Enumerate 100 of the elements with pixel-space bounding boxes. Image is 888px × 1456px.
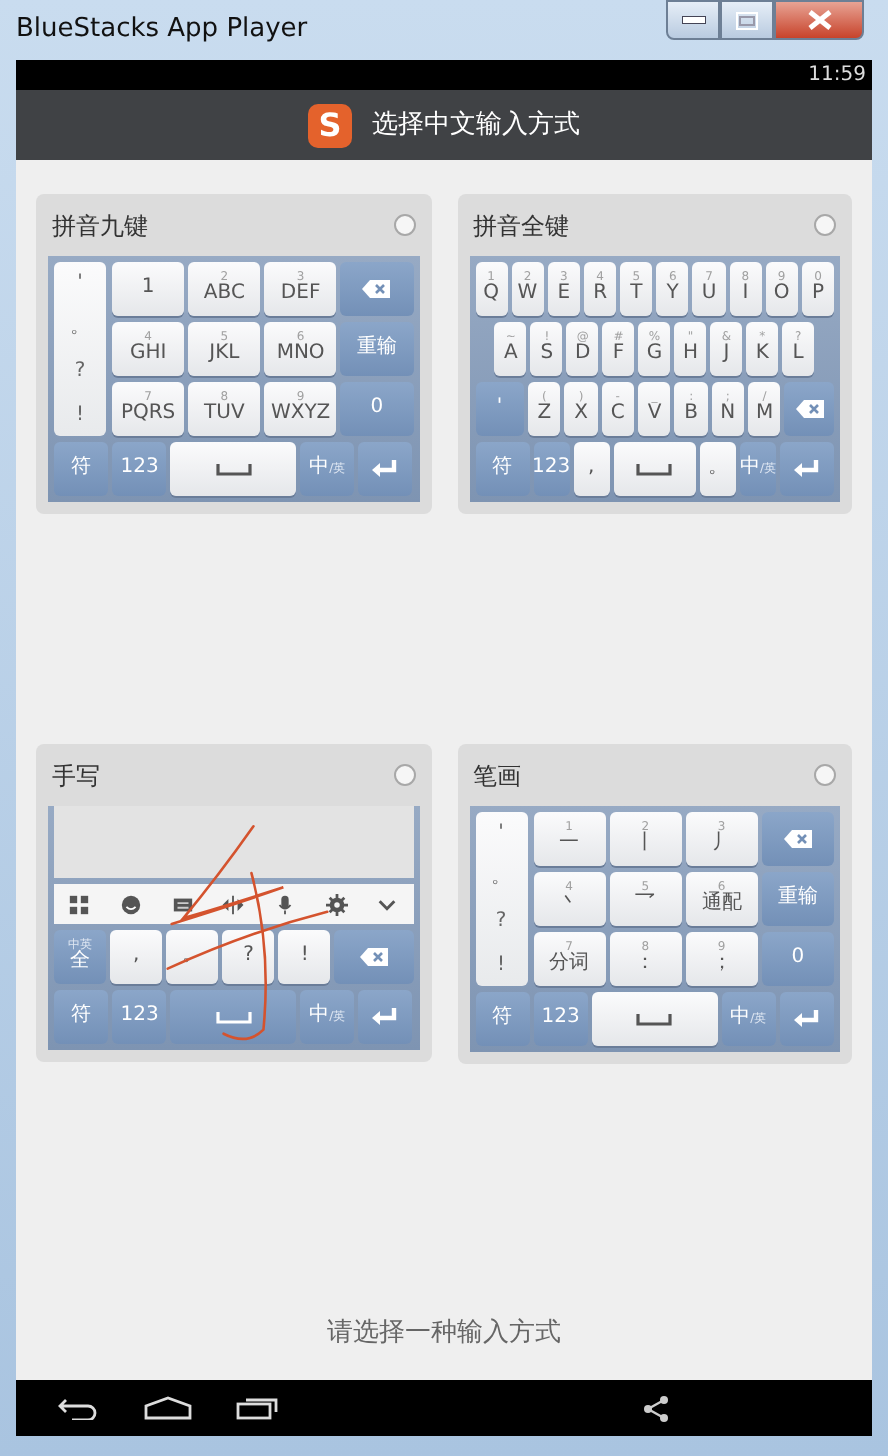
key-label: 符 bbox=[71, 1006, 92, 1028]
key-label: T bbox=[630, 284, 643, 306]
key-label: ? bbox=[74, 357, 86, 386]
key-label: ! bbox=[75, 401, 84, 430]
key-label: ! bbox=[496, 951, 505, 980]
key-label: Q bbox=[483, 284, 500, 306]
key-label: JKL bbox=[209, 344, 240, 366]
maximize-button[interactable] bbox=[720, 0, 774, 40]
share-icon[interactable] bbox=[644, 1395, 668, 1421]
key-label: L bbox=[792, 344, 804, 366]
key-label: W bbox=[517, 284, 538, 306]
key-label: 丨 bbox=[635, 834, 656, 856]
key-label: X bbox=[574, 404, 588, 426]
key-label: F bbox=[612, 344, 625, 366]
key-label: 符 bbox=[71, 458, 92, 480]
grid-icon[interactable] bbox=[68, 893, 91, 915]
space-bar-icon bbox=[215, 463, 252, 475]
key-label: ? bbox=[243, 946, 254, 968]
key-label: K bbox=[755, 344, 769, 366]
space-bar-icon bbox=[636, 1013, 673, 1025]
minimize-button[interactable] bbox=[666, 0, 720, 40]
key-label: S bbox=[540, 344, 554, 366]
backspace-icon bbox=[795, 400, 824, 418]
space-bar-icon bbox=[215, 1011, 252, 1023]
key-label: J bbox=[723, 344, 730, 366]
key-label: 123 bbox=[120, 458, 159, 480]
home-icon[interactable] bbox=[144, 1396, 192, 1420]
option-title: 笔画 bbox=[473, 759, 521, 793]
key-label: ； bbox=[711, 954, 732, 976]
key-label: N bbox=[720, 404, 736, 426]
app-logo: S bbox=[308, 103, 352, 147]
close-icon bbox=[807, 10, 831, 30]
key-label: 乛 bbox=[635, 894, 656, 916]
key-label: PQRS bbox=[120, 404, 176, 426]
key-label: , bbox=[133, 946, 140, 968]
key-label: , bbox=[587, 458, 595, 480]
recent-apps-icon[interactable] bbox=[236, 1396, 280, 1420]
key-label: 。 bbox=[491, 864, 511, 893]
key-label: H bbox=[682, 344, 698, 366]
key-label: 123 bbox=[120, 1006, 159, 1028]
smiley-icon[interactable] bbox=[119, 893, 142, 915]
key-label: TUV bbox=[204, 404, 245, 426]
key-label: WXYZ bbox=[270, 404, 331, 426]
key-label: ' bbox=[496, 398, 503, 420]
key-label: 123 bbox=[541, 1008, 580, 1030]
radio-button[interactable] bbox=[393, 214, 415, 236]
status-time: 11:59 bbox=[808, 62, 866, 90]
key-label: Z bbox=[537, 404, 552, 426]
minimize-icon bbox=[681, 16, 705, 24]
key-label: M bbox=[755, 404, 774, 426]
key-label: R bbox=[593, 284, 608, 306]
keyboard-icon[interactable] bbox=[171, 893, 194, 915]
key-label: 分词 bbox=[549, 954, 590, 976]
key-label: 中 bbox=[309, 1006, 330, 1028]
key-label: 0 bbox=[370, 398, 384, 420]
key-label: 。 bbox=[70, 314, 90, 343]
key-label: D bbox=[575, 344, 591, 366]
key-label: GHI bbox=[129, 344, 167, 366]
key-label: C bbox=[610, 404, 625, 426]
key-label: ' bbox=[77, 270, 83, 299]
option-title: 拼音九键 bbox=[52, 209, 148, 243]
key-label: ABC bbox=[203, 284, 245, 306]
cursor-icon[interactable] bbox=[222, 893, 245, 915]
key-label: A bbox=[504, 344, 518, 366]
close-button[interactable] bbox=[774, 0, 864, 40]
maximize-icon bbox=[736, 11, 758, 29]
enter-icon bbox=[793, 1010, 820, 1028]
key-label: 符 bbox=[492, 458, 512, 480]
option-title: 手写 bbox=[52, 759, 100, 793]
key-label: 。 bbox=[707, 458, 728, 480]
key-label: B bbox=[684, 404, 699, 426]
key-label: O bbox=[773, 284, 790, 306]
radio-button[interactable] bbox=[814, 764, 836, 786]
radio-button[interactable] bbox=[814, 214, 836, 236]
prompt-text: 请选择一种输入方式 bbox=[325, 1316, 563, 1352]
radio-button[interactable] bbox=[393, 764, 415, 786]
key-label: 丶 bbox=[559, 894, 580, 916]
option-title: 拼音全键 bbox=[473, 209, 569, 243]
key-label: DEF bbox=[280, 284, 321, 306]
key-label: ! bbox=[300, 946, 309, 968]
key-label: 1 bbox=[141, 278, 155, 300]
key-label: 中 bbox=[730, 1008, 751, 1030]
back-icon[interactable] bbox=[56, 1396, 100, 1420]
space-bar-icon bbox=[636, 463, 673, 475]
backspace-icon bbox=[362, 280, 391, 298]
backspace-icon bbox=[359, 948, 388, 966]
key-label: 中 bbox=[739, 458, 760, 480]
enter-icon bbox=[372, 460, 399, 478]
enter-icon bbox=[794, 460, 820, 478]
key-label: 一 bbox=[559, 834, 580, 856]
key-label: 通配 bbox=[701, 894, 742, 916]
key-label: 重输 bbox=[777, 888, 818, 910]
key-label: 全 bbox=[70, 952, 91, 974]
microphone-icon[interactable] bbox=[273, 893, 296, 915]
settings-icon[interactable] bbox=[325, 893, 348, 915]
key-label: P bbox=[811, 284, 824, 306]
key-label: 中 bbox=[309, 458, 330, 480]
key-label: 丿 bbox=[711, 834, 732, 856]
key-label: Y bbox=[666, 284, 679, 306]
key-label: 123 bbox=[531, 458, 571, 480]
